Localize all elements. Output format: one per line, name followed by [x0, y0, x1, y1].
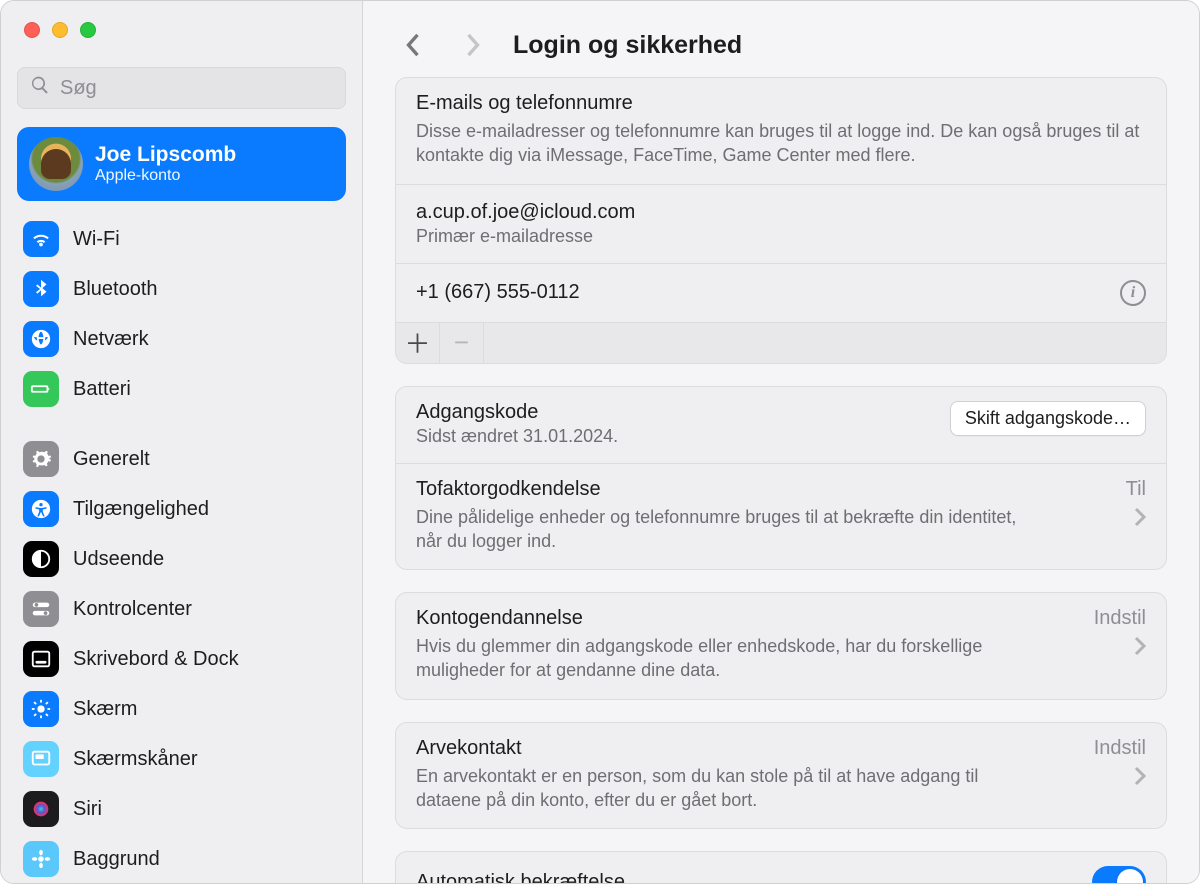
recovery-title: Kontogendannelse — [416, 607, 1040, 630]
sidebar-item-label: Skærm — [73, 698, 137, 721]
email-value: a.cup.of.joe@icloud.com — [416, 201, 635, 224]
sidebar-item-wifi[interactable]: Wi-Fi — [13, 215, 350, 263]
sidebar-item-wallpaper[interactable]: Baggrund — [13, 835, 350, 883]
sidebar-item-label: Siri — [73, 798, 102, 821]
password-subtitle: Sidst ændret 31.01.2024. — [416, 426, 618, 447]
legacy-contact-card[interactable]: Arvekontakt En arvekontakt er en person,… — [395, 722, 1167, 830]
search-icon — [30, 75, 50, 101]
fullscreen-window-button[interactable] — [80, 22, 96, 38]
sidebar-item-appearance[interactable]: Udseende — [13, 535, 350, 583]
twofactor-title: Tofaktorgodkendelse — [416, 478, 1040, 501]
battery-icon — [23, 371, 59, 407]
minimize-window-button[interactable] — [52, 22, 68, 38]
auto-confirm-toggle[interactable] — [1092, 866, 1146, 883]
gear-icon — [23, 441, 59, 477]
list-toolbar: ＋ − — [396, 322, 1166, 363]
sidebar: Joe Lipscomb Apple-konto Wi-Fi Bluetooth — [1, 1, 363, 883]
chevron-right-icon — [1134, 636, 1146, 661]
flower-icon — [23, 841, 59, 877]
add-button[interactable]: ＋ — [396, 323, 440, 363]
close-window-button[interactable] — [24, 22, 40, 38]
sidebar-item-label: Kontrolcenter — [73, 598, 192, 621]
email-row[interactable]: a.cup.of.joe@icloud.com Primær e-mailadr… — [396, 184, 1166, 263]
sidebar-item-label: Tilgængelighed — [73, 498, 209, 521]
bluetooth-icon — [23, 271, 59, 307]
chevron-right-icon — [1134, 766, 1146, 791]
switches-icon — [23, 591, 59, 627]
sidebar-item-screensaver[interactable]: Skærmskåner — [13, 735, 350, 783]
sidebar-item-displays[interactable]: Skærm — [13, 685, 350, 733]
emails-phone-card: E-mails og telefonnumre Disse e-mailadre… — [395, 77, 1167, 364]
avatar — [29, 137, 83, 191]
email-subtitle: Primær e-mailadresse — [416, 226, 635, 247]
header: Login og sikkerhed — [363, 1, 1199, 69]
legacy-status: Indstil — [1094, 737, 1146, 760]
main-content: Login og sikkerhed E-mails og telefonnum… — [363, 1, 1199, 883]
change-password-button[interactable]: Skift adgangskode… — [950, 401, 1146, 436]
phone-row[interactable]: +1 (667) 555-0112 i — [396, 263, 1166, 322]
screensaver-icon — [23, 741, 59, 777]
recovery-desc: Hvis du glemmer din adgangskode eller en… — [416, 634, 1040, 683]
siri-icon — [23, 791, 59, 827]
wifi-icon — [23, 221, 59, 257]
sidebar-item-battery[interactable]: Batteri — [13, 365, 350, 413]
phone-value: +1 (667) 555-0112 — [416, 281, 580, 304]
sidebar-item-control-center[interactable]: Kontrolcenter — [13, 585, 350, 633]
auto-confirm-card: Automatisk bekræftelse — [395, 851, 1167, 883]
sidebar-item-label: Bluetooth — [73, 278, 158, 301]
account-name: Joe Lipscomb — [95, 143, 236, 167]
dock-icon — [23, 641, 59, 677]
sidebar-item-label: Udseende — [73, 548, 164, 571]
account-subtitle: Apple-konto — [95, 167, 236, 185]
sidebar-item-bluetooth[interactable]: Bluetooth — [13, 265, 350, 313]
sidebar-item-desktop-dock[interactable]: Skrivebord & Dock — [13, 635, 350, 683]
account-recovery-card[interactable]: Kontogendannelse Hvis du glemmer din adg… — [395, 592, 1167, 700]
sidebar-item-label: Baggrund — [73, 848, 160, 871]
sidebar-item-network[interactable]: Netværk — [13, 315, 350, 363]
contrast-icon — [23, 541, 59, 577]
sidebar-item-label: Skrivebord & Dock — [73, 648, 239, 671]
settings-window: Joe Lipscomb Apple-konto Wi-Fi Bluetooth — [0, 0, 1200, 884]
twofactor-desc: Dine pålidelige enheder og telefonnumre … — [416, 505, 1040, 554]
page-title: Login og sikkerhed — [513, 31, 742, 60]
globe-icon — [23, 321, 59, 357]
forward-button[interactable] — [453, 25, 493, 65]
emails-title: E-mails og telefonnumre — [416, 92, 1146, 115]
sidebar-item-label: Skærmskåner — [73, 748, 197, 771]
search-input[interactable] — [60, 77, 333, 100]
remove-button[interactable]: − — [440, 323, 484, 363]
password-card: Adgangskode Sidst ændret 31.01.2024. Ski… — [395, 386, 1167, 571]
auto-confirm-title: Automatisk bekræftelse — [416, 871, 625, 883]
sidebar-item-label: Wi-Fi — [73, 228, 120, 251]
legacy-desc: En arvekontakt er en person, som du kan … — [416, 764, 1040, 813]
accessibility-icon — [23, 491, 59, 527]
sidebar-item-label: Generelt — [73, 448, 150, 471]
sidebar-item-label: Batteri — [73, 378, 131, 401]
twofactor-status: Til — [1126, 478, 1146, 501]
legacy-title: Arvekontakt — [416, 737, 1040, 760]
chevron-right-icon — [1134, 507, 1146, 532]
window-controls — [1, 1, 362, 39]
sidebar-item-general[interactable]: Generelt — [13, 435, 350, 483]
sidebar-item-siri[interactable]: Siri — [13, 785, 350, 833]
password-title: Adgangskode — [416, 401, 618, 424]
back-button[interactable] — [393, 25, 433, 65]
sidebar-item-label: Netværk — [73, 328, 149, 351]
search-field[interactable] — [17, 67, 346, 109]
twofactor-row[interactable]: Tofaktorgodkendelse Dine pålidelige enhe… — [396, 463, 1166, 570]
info-icon[interactable]: i — [1120, 280, 1146, 306]
recovery-status: Indstil — [1094, 607, 1146, 630]
sidebar-item-accessibility[interactable]: Tilgængelighed — [13, 485, 350, 533]
sidebar-item-apple-account[interactable]: Joe Lipscomb Apple-konto — [17, 127, 346, 201]
sidebar-nav: Wi-Fi Bluetooth Netværk Batteri — [1, 209, 362, 883]
emails-desc: Disse e-mailadresser og telefonnumre kan… — [416, 119, 1146, 168]
sun-icon — [23, 691, 59, 727]
